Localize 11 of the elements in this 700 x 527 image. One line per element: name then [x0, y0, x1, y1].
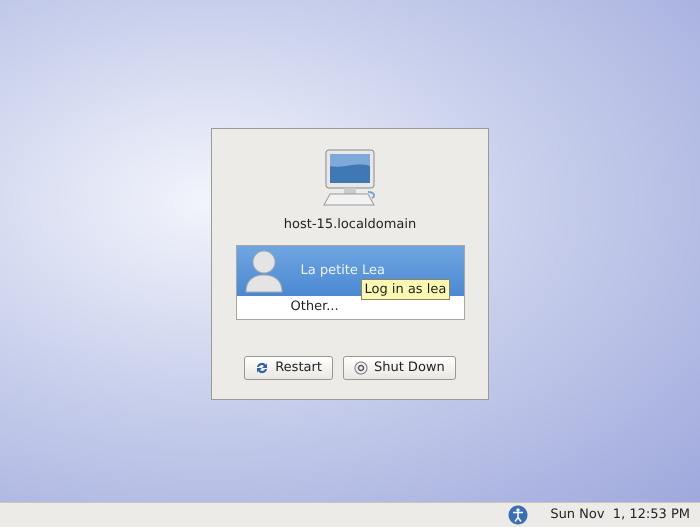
refresh-icon: [255, 360, 270, 374]
user-avatar-icon: [244, 248, 282, 292]
computer-icon: [322, 149, 378, 207]
shutdown-button[interactable]: Shut Down: [342, 356, 456, 380]
accessibility-icon[interactable]: [508, 505, 528, 525]
hostname-label: host-15.localdomain: [284, 216, 416, 234]
power-icon: [354, 360, 368, 374]
user-name: La petite Lea: [300, 262, 386, 280]
restart-button[interactable]: Restart: [244, 356, 333, 380]
clock[interactable]: Sun Nov 1, 12:53 PM: [550, 505, 690, 525]
tooltip: Log in as lea: [360, 278, 450, 300]
